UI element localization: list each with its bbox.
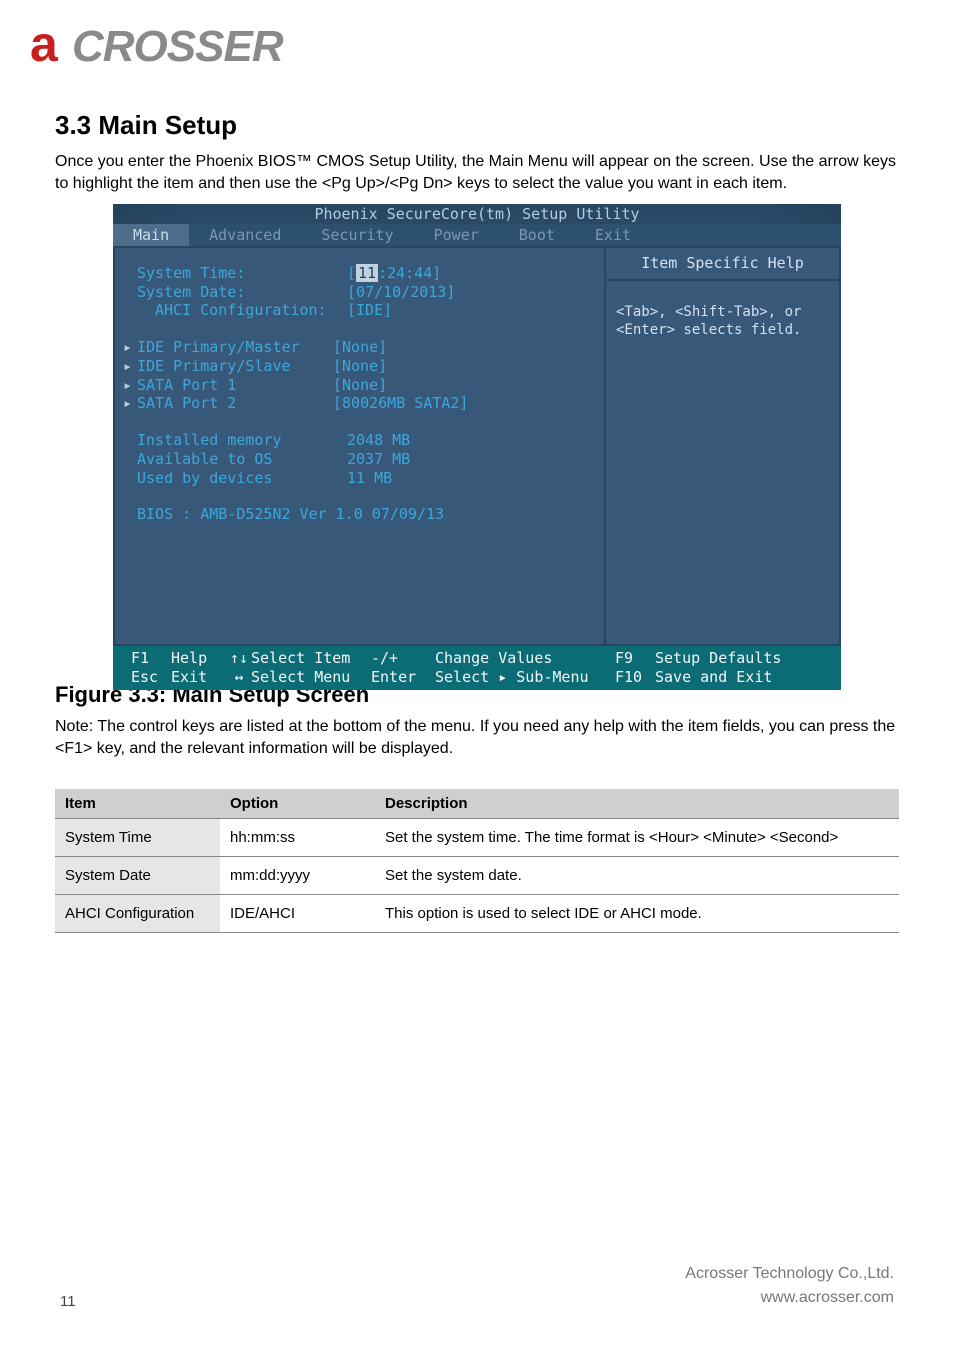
bios-title: Phoenix SecureCore(tm) Setup Utility [113, 204, 841, 224]
ide-primary-slave-label[interactable]: IDE Primary/Slave [137, 357, 333, 376]
tab-exit[interactable]: Exit [575, 224, 651, 246]
system-time-hh[interactable]: 11 [356, 264, 378, 282]
table-row: System Time hh:mm:ss Set the system time… [55, 819, 899, 857]
system-date-label: System Date: [137, 283, 347, 302]
ide-primary-master-value: [None] [333, 338, 387, 357]
bios-help-panel: Item Specific Help <Tab>, <Shift-Tab>, o… [606, 246, 841, 644]
th-option: Option [220, 789, 375, 819]
tab-main[interactable]: Main [113, 224, 189, 246]
select-submenu-label: Select ▸ Sub-Menu [435, 668, 615, 687]
available-to-os-value: 2037 MB [347, 450, 410, 469]
bios-version-line: BIOS : AMB-D525N2 Ver 1.0 07/09/13 [137, 505, 444, 524]
enter-key: Enter [371, 668, 435, 687]
leftright-icon: ↔ [227, 668, 251, 687]
installed-memory-label: Installed memory [137, 431, 347, 450]
bios-left-panel: System Time: [11:24:44] System Date: [07… [113, 246, 606, 644]
cell-desc: This option is used to select IDE or AHC… [375, 895, 899, 933]
tab-boot[interactable]: Boot [499, 224, 575, 246]
updown-icon: ↑↓ [227, 649, 251, 668]
system-time-label: System Time: [137, 264, 347, 283]
page-footer: Acrosser Technology Co.,Ltd. www.acrosse… [685, 1262, 894, 1310]
logo-rest: CROSSER [72, 22, 283, 71]
system-time-rest: :24:44 [378, 264, 432, 282]
cell-desc: Set the system date. [375, 857, 899, 895]
system-date-value[interactable]: [07/10/2013] [347, 283, 455, 302]
f10-key: F10 [615, 668, 655, 687]
th-description: Description [375, 789, 899, 819]
sata-port-2-value: [80026MB SATA2] [333, 394, 468, 413]
tab-power[interactable]: Power [414, 224, 499, 246]
exit-label: Exit [171, 668, 227, 687]
used-by-devices-label: Used by devices [137, 469, 347, 488]
section-paragraph: Once you enter the Phoenix BIOS™ CMOS Se… [55, 151, 899, 194]
bios-help-body: <Tab>, <Shift-Tab>, or <Enter> selects f… [606, 281, 839, 361]
ahci-value[interactable]: [IDE] [347, 301, 392, 320]
used-by-devices-value: 11 MB [347, 469, 392, 488]
config-table: Item Option Description System Time hh:m… [55, 789, 899, 933]
setup-defaults-label: Setup Defaults [655, 649, 781, 668]
cell-item: AHCI Configuration [55, 895, 220, 933]
save-and-exit-label: Save and Exit [655, 668, 772, 687]
bios-footer: F1 Help ↑↓ Select Item -/+ Change Values… [113, 644, 841, 690]
table-row: AHCI Configuration IDE/AHCI This option … [55, 895, 899, 933]
triangle-icon: ▸ [123, 338, 133, 357]
sata-port-1-label[interactable]: SATA Port 1 [137, 376, 333, 395]
cell-option: hh:mm:ss [220, 819, 375, 857]
system-time-value[interactable]: [11:24:44] [347, 264, 441, 283]
ide-primary-slave-value: [None] [333, 357, 387, 376]
f9-key: F9 [615, 649, 655, 668]
installed-memory-value: 2048 MB [347, 431, 410, 450]
page-number: 11 [60, 1293, 76, 1310]
bios-screenshot: Phoenix SecureCore(tm) Setup Utility Mai… [113, 204, 841, 672]
cell-item: System Date [55, 857, 220, 895]
footer-company: Acrosser Technology Co.,Ltd. [685, 1262, 894, 1286]
bios-tabs: Main Advanced Security Power Boot Exit [113, 224, 841, 246]
th-item: Item [55, 789, 220, 819]
bios-help-title: Item Specific Help [606, 248, 839, 281]
sata-port-1-value: [None] [333, 376, 387, 395]
change-values-label: Change Values [435, 649, 615, 668]
available-to-os-label: Available to OS [137, 450, 347, 469]
ahci-label: AHCI Configuration: [137, 301, 347, 320]
note-paragraph: Note: The control keys are listed at the… [55, 716, 899, 759]
select-menu-label: Select Menu [251, 668, 371, 687]
plus-minus-label: -/+ [371, 649, 435, 668]
f1-key: F1 [131, 649, 171, 668]
cell-desc: Set the system time. The time format is … [375, 819, 899, 857]
table-row: System Date mm:dd:yyyy Set the system da… [55, 857, 899, 895]
cell-option: mm:dd:yyyy [220, 857, 375, 895]
footer-url: www.acrosser.com [685, 1286, 894, 1310]
logo-letter-a: a [30, 15, 72, 73]
sata-port-2-label[interactable]: SATA Port 2 [137, 394, 333, 413]
triangle-icon: ▸ [123, 394, 133, 413]
section-heading: 3.3 Main Setup [55, 110, 899, 141]
cell-option: IDE/AHCI [220, 895, 375, 933]
tab-advanced[interactable]: Advanced [189, 224, 301, 246]
tab-security[interactable]: Security [301, 224, 413, 246]
cell-item: System Time [55, 819, 220, 857]
esc-key: Esc [131, 668, 171, 687]
help-label: Help [171, 649, 227, 668]
logo: aCROSSER [30, 15, 283, 73]
ide-primary-master-label[interactable]: IDE Primary/Master [137, 338, 333, 357]
triangle-icon: ▸ [123, 376, 133, 395]
select-item-label: Select Item [251, 649, 371, 668]
triangle-icon: ▸ [123, 357, 133, 376]
